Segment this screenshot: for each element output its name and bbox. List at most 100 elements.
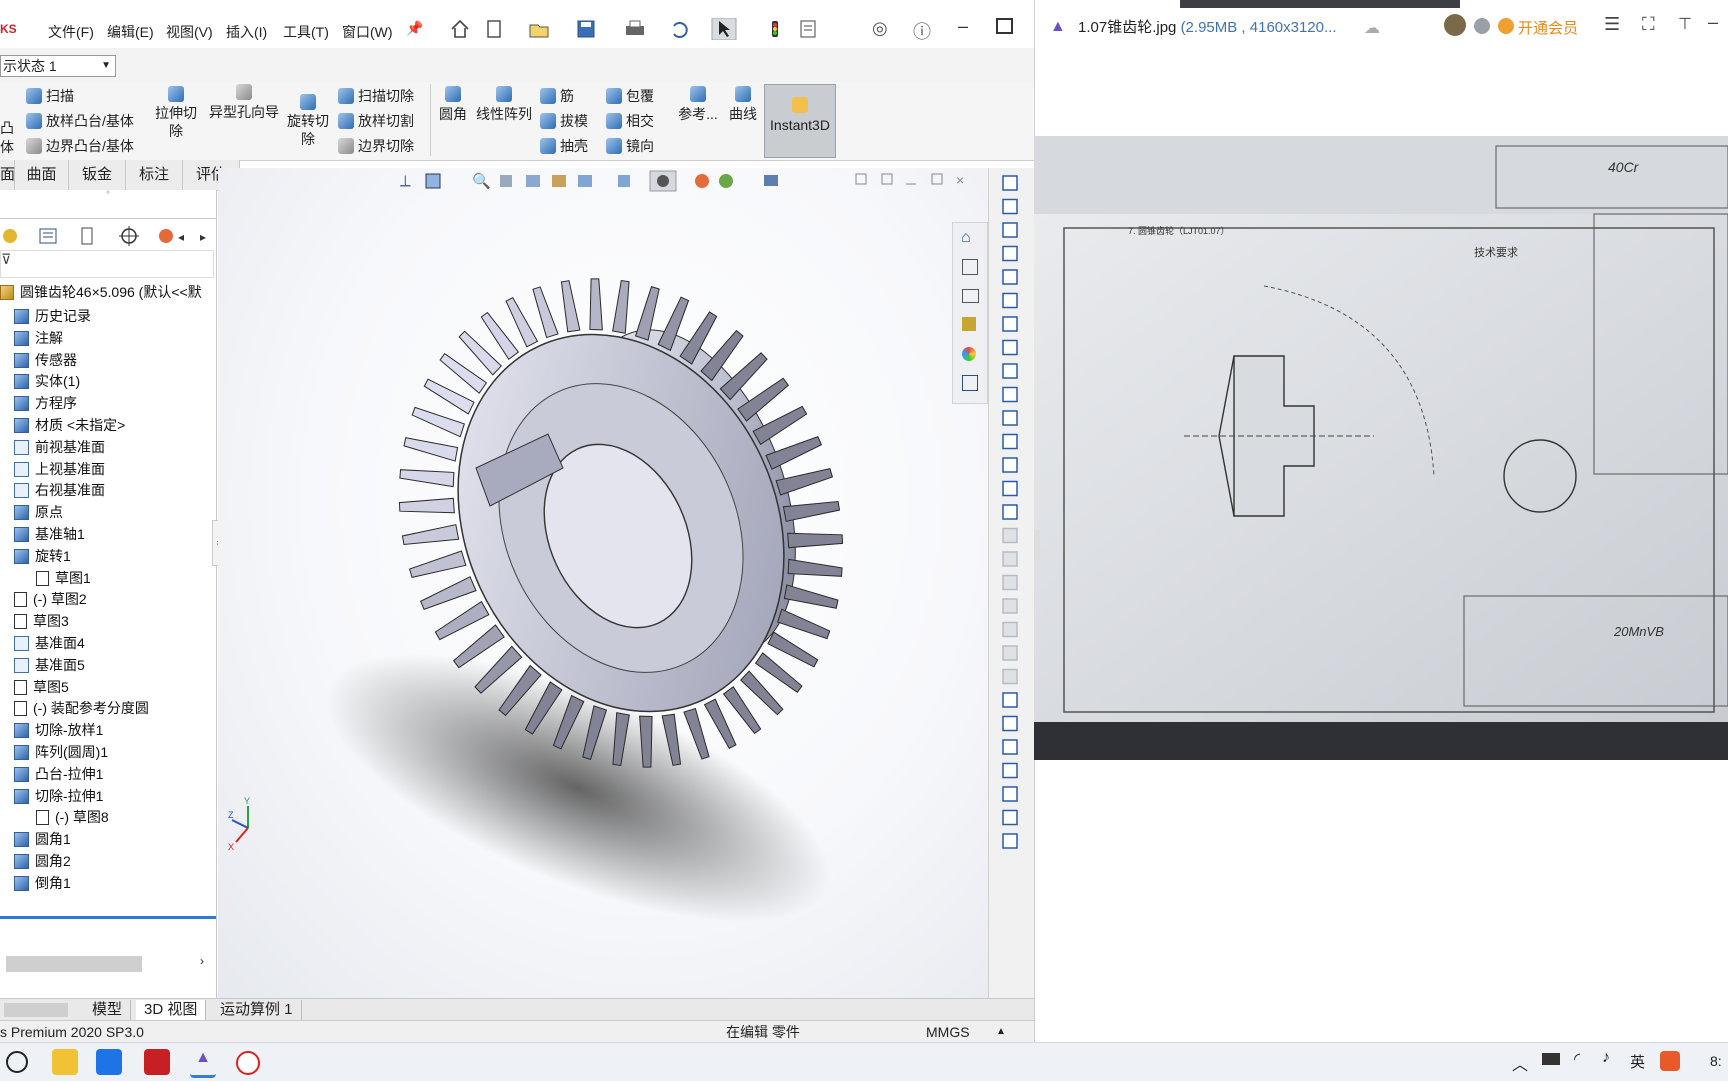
wifi-icon[interactable]: ◜ bbox=[1574, 1049, 1580, 1069]
ime-icon[interactable]: 英 bbox=[1630, 1051, 1645, 1072]
trim-icon[interactable] bbox=[1002, 504, 1018, 520]
sketch-picture-icon[interactable] bbox=[1002, 833, 1018, 849]
tree-item[interactable]: 圆角1 bbox=[14, 829, 71, 849]
tree-item[interactable]: 草图5 bbox=[14, 677, 69, 697]
zoom-icon[interactable]: 🔍 bbox=[472, 171, 491, 190]
avatar[interactable] bbox=[1444, 14, 1466, 36]
view-cube-icon[interactable] bbox=[425, 173, 441, 189]
start-search-icon[interactable] bbox=[6, 1051, 28, 1073]
loft-boss-button[interactable]: 放样凸台/基体 bbox=[26, 111, 134, 131]
linear-sketch-pattern-icon[interactable] bbox=[1002, 598, 1018, 614]
previous-view-icon[interactable] bbox=[526, 175, 540, 187]
viewport-restore-icon[interactable] bbox=[931, 173, 943, 185]
ribbon-left-fragment-1[interactable]: 凸 bbox=[0, 118, 14, 138]
new-icon[interactable] bbox=[487, 20, 501, 38]
shaded-sketch-icon[interactable] bbox=[1002, 786, 1018, 802]
appearances-icon[interactable] bbox=[962, 347, 976, 361]
help-icon[interactable]: ⓘ bbox=[913, 18, 931, 44]
custom-properties-icon[interactable] bbox=[962, 375, 978, 391]
tree-item[interactable]: 前视基准面 bbox=[14, 437, 105, 457]
draft-button[interactable]: 拔模 bbox=[540, 111, 588, 131]
ellipse-icon[interactable] bbox=[1002, 363, 1018, 379]
battery-icon[interactable] bbox=[1542, 1053, 1560, 1065]
intersect-button[interactable]: 相交 bbox=[606, 111, 654, 131]
tree-item[interactable]: (-) 草图2 bbox=[14, 589, 87, 609]
tree-item[interactable]: 注解 bbox=[14, 328, 63, 348]
menu-tools[interactable]: 工具(T) bbox=[283, 22, 329, 42]
relation-icon[interactable] bbox=[1002, 715, 1018, 732]
curves-button[interactable]: 曲线 bbox=[726, 86, 760, 124]
instant2d-icon[interactable] bbox=[1002, 762, 1018, 779]
horizontal-scrollbar[interactable] bbox=[6, 956, 142, 972]
tab-markup[interactable]: 标注 bbox=[126, 160, 183, 190]
dimxpert-tab-icon[interactable] bbox=[119, 226, 139, 246]
units-up-icon[interactable]: ▲ bbox=[996, 1021, 1006, 1042]
tree-item[interactable]: 基准面4 bbox=[14, 633, 85, 653]
volume-icon[interactable]: ♪ bbox=[1602, 1049, 1610, 1067]
save-icon[interactable] bbox=[577, 20, 595, 38]
menu-edit[interactable]: 编辑(E) bbox=[107, 22, 154, 42]
tree-item[interactable]: 上视基准面 bbox=[14, 459, 105, 479]
view-palette-icon[interactable] bbox=[962, 317, 976, 331]
revolved-cut-button[interactable]: 旋转切除 bbox=[286, 94, 330, 148]
tree-item[interactable]: 材质 <未指定> bbox=[14, 415, 125, 435]
tree-item[interactable]: 圆角2 bbox=[14, 851, 71, 871]
fillet-button[interactable]: 圆角 bbox=[436, 86, 470, 124]
menu-file[interactable]: 文件(F) bbox=[48, 22, 94, 42]
tree-item[interactable]: 原点 bbox=[14, 502, 63, 522]
tab-3d-views[interactable]: 3D 视图 bbox=[136, 1000, 207, 1020]
viewport-close-icon[interactable]: × bbox=[956, 172, 964, 188]
image-viewer-taskbar-icon[interactable]: ▲ bbox=[190, 1049, 216, 1078]
move-icon[interactable] bbox=[1002, 621, 1018, 638]
tabs-scroll-left-icon[interactable]: ◂ bbox=[178, 230, 184, 244]
options-icon[interactable] bbox=[800, 20, 816, 38]
gear-drawing-photo[interactable]: 40Cr 7. 圆锥齿轮（LJT01.07） 技术要求 20MnVB bbox=[1034, 136, 1728, 760]
spline-icon[interactable] bbox=[1002, 339, 1018, 356]
panel-splitter[interactable]: ° bbox=[0, 190, 216, 204]
fillet-sketch-icon[interactable] bbox=[1002, 386, 1018, 403]
boundary-cut-button[interactable]: 边界切除 bbox=[338, 136, 414, 156]
home-icon[interactable] bbox=[451, 19, 469, 38]
tree-filter[interactable]: ⊽ bbox=[0, 250, 214, 278]
display-style-icon[interactable] bbox=[618, 175, 630, 187]
property-manager-tab-icon[interactable] bbox=[39, 228, 57, 244]
mirror-sketch-icon[interactable] bbox=[1002, 574, 1018, 591]
scroll-right-icon[interactable]: › bbox=[200, 954, 204, 968]
vip-link[interactable]: 开通会员 bbox=[1518, 17, 1578, 38]
mail-taskbar-icon[interactable] bbox=[96, 1049, 122, 1075]
traffic-light-icon[interactable] bbox=[772, 21, 778, 37]
design-library-icon[interactable] bbox=[962, 259, 978, 275]
gear-model-view[interactable]: Y Z X bbox=[218, 168, 988, 998]
sogou-icon[interactable] bbox=[1660, 1051, 1680, 1071]
menu-window[interactable]: 窗口(W) bbox=[342, 22, 393, 42]
resources-home-icon[interactable]: ⌂ bbox=[961, 229, 971, 247]
sketch-icon[interactable] bbox=[1002, 175, 1018, 191]
tree-item[interactable]: 倒角1 bbox=[14, 873, 71, 893]
display-monitor-icon[interactable] bbox=[764, 175, 778, 186]
maximize-icon[interactable] bbox=[996, 18, 1013, 34]
hide-show-icon[interactable] bbox=[657, 175, 669, 187]
offset-icon[interactable] bbox=[1002, 551, 1018, 567]
feature-manager-tab-icon[interactable] bbox=[3, 229, 17, 243]
reference-geometry-button[interactable]: 参考... bbox=[676, 86, 720, 124]
linear-pattern-button[interactable]: 线性阵列 bbox=[474, 86, 534, 124]
mirror-button[interactable]: 镜向 bbox=[606, 136, 654, 156]
viewport-tile-icon[interactable] bbox=[855, 173, 867, 185]
display-state-select[interactable]: 示状态 1 ▼ bbox=[0, 55, 116, 77]
appearance-icon[interactable] bbox=[695, 174, 709, 188]
circle-icon[interactable] bbox=[1002, 292, 1018, 309]
clock[interactable]: 8: bbox=[1710, 1053, 1722, 1069]
block-icon[interactable] bbox=[1002, 645, 1018, 661]
boundary-boss-button[interactable]: 边界凸台/基体 bbox=[26, 136, 134, 156]
tab-model[interactable]: 模型 bbox=[84, 1000, 132, 1020]
shell-button[interactable]: 抽壳 bbox=[540, 136, 588, 156]
text-icon[interactable] bbox=[1002, 480, 1018, 497]
tab-features[interactable]: 面 bbox=[0, 160, 15, 190]
file-explorer-icon[interactable] bbox=[962, 289, 979, 303]
file-explorer-taskbar-icon[interactable] bbox=[52, 1049, 78, 1075]
tab-motion-study[interactable]: 运动算例 1 bbox=[212, 1000, 302, 1020]
tab-sheet-metal[interactable]: 钣金 bbox=[69, 160, 126, 190]
swept-cut-button[interactable]: 扫描切除 bbox=[338, 86, 414, 106]
tree-item[interactable]: 方程序 bbox=[14, 393, 77, 413]
sweep-button[interactable]: 扫描 bbox=[26, 86, 74, 106]
